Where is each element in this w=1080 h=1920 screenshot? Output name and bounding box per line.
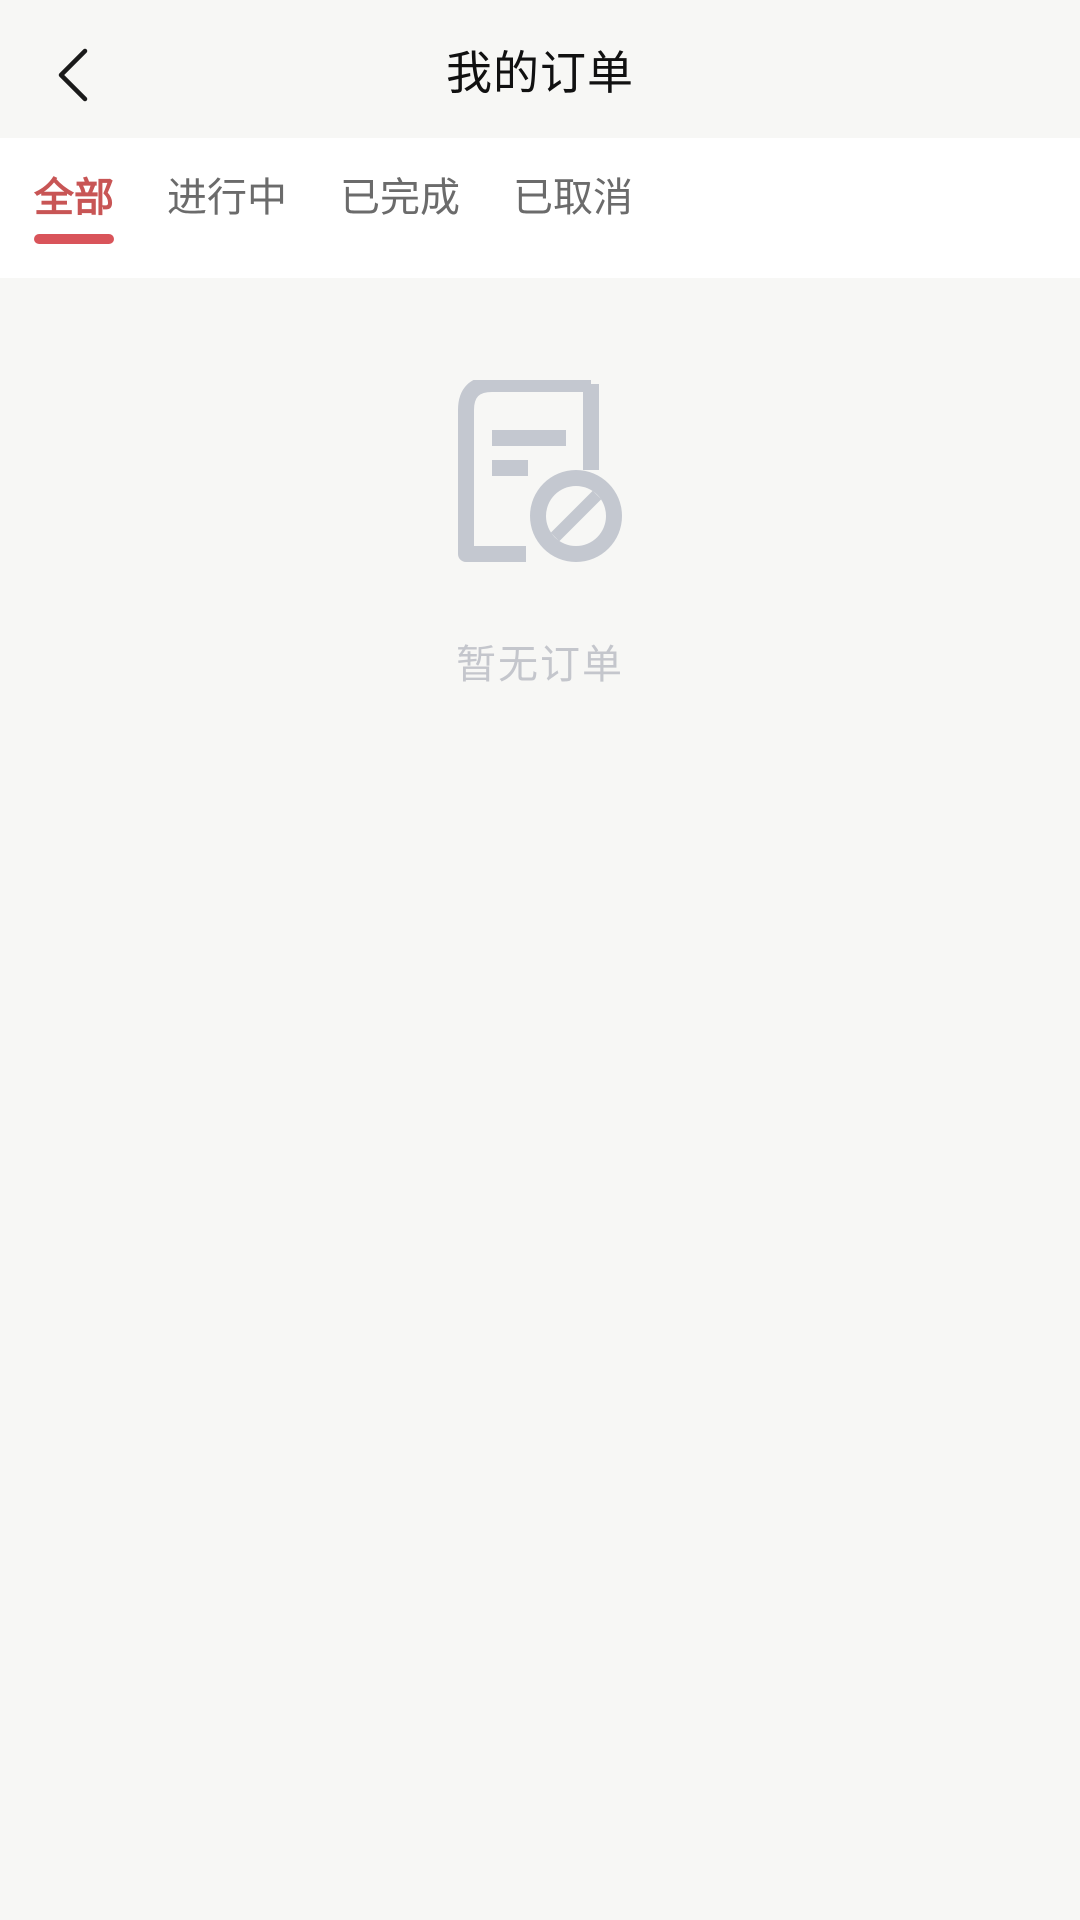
tab-cancelled[interactable]: 已取消: [513, 138, 633, 278]
active-tab-indicator: [34, 234, 114, 244]
page-title: 我的订单: [446, 46, 634, 100]
tab-in-progress[interactable]: 进行中: [167, 138, 287, 278]
back-button[interactable]: [28, 30, 118, 120]
header: 我的订单: [0, 0, 1080, 138]
no-order-document-icon: [458, 380, 622, 562]
tab-all[interactable]: 全部: [34, 138, 114, 278]
tab-completed[interactable]: 已完成: [340, 138, 460, 278]
order-tab-bar: 全部 进行中 已完成 已取消: [0, 138, 1080, 278]
empty-state-message: 暂无订单: [456, 642, 624, 688]
chevron-left-icon: [58, 48, 88, 102]
